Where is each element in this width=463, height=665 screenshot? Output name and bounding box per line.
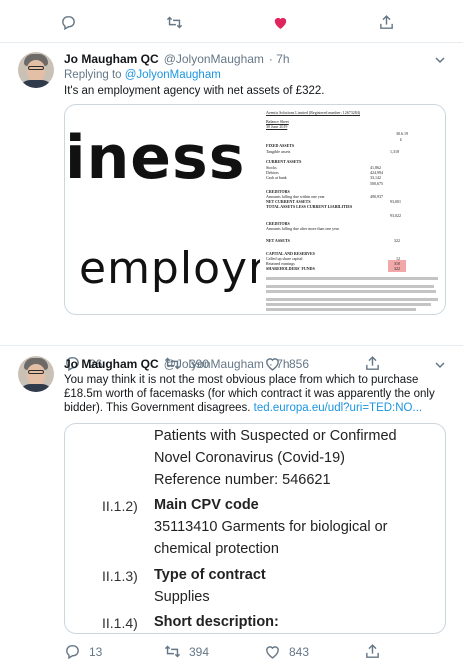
doc-row: Amounts falling due after more than one … — [266, 226, 339, 231]
share-action[interactable] — [364, 643, 463, 660]
avatar[interactable] — [18, 52, 54, 88]
section-title: Short description: — [154, 614, 279, 630]
author-name[interactable]: Jo Maugham QC — [64, 357, 159, 371]
tweet-image[interactable]: iness ( employr Aventis Solutions Limite… — [64, 104, 446, 315]
author-name[interactable]: Jo Maugham QC — [64, 52, 159, 66]
avatar[interactable] — [18, 356, 54, 392]
doc-value: 322 — [394, 266, 400, 271]
like-count: 856 — [289, 356, 310, 371]
replying-to: Replying to @JolyonMaugham — [64, 69, 221, 81]
notice-title-line-1: Patients with Suspected or Confirmed — [154, 428, 397, 444]
share-icon — [366, 356, 379, 370]
section-body: Supplies — [154, 589, 210, 605]
doc-row: NET ASSETS — [266, 238, 290, 243]
doc-value: 33,142 — [370, 175, 381, 180]
tweet-header: Jo Maugham QC @JolyonMaugham · 7h — [64, 357, 290, 371]
doc-date: 30 June 2019 — [266, 124, 288, 129]
tweet-text: You may think it is not the most obvious… — [64, 373, 449, 415]
doc-row: CURRENT ASSETS — [266, 159, 302, 164]
doc-value: 1,318 — [390, 149, 399, 154]
tweet-2-actions: 13 394 843 — [64, 643, 463, 660]
section-number: II.1.2) — [102, 498, 138, 514]
like-action[interactable]: 843 — [264, 643, 364, 660]
reply-count: 13 — [89, 644, 103, 659]
like-count: 843 — [289, 644, 310, 659]
doc-title: Aventis Solutions Limited (Registered nu… — [266, 110, 361, 115]
doc-row: FIXED ASSETS — [266, 143, 295, 148]
section-body: 35113410 Garments for biological or — [154, 519, 388, 535]
reply-icon — [66, 645, 79, 660]
chevron-down-icon[interactable] — [434, 54, 446, 66]
doc-value: 93,001 — [390, 199, 401, 204]
heart-icon — [266, 646, 279, 659]
doc-value: 322 — [394, 238, 400, 243]
author-handle[interactable]: @JolyonMaugham — [164, 357, 264, 371]
reply-action[interactable] — [60, 14, 166, 31]
section-number: II.1.4) — [102, 615, 138, 631]
reply-action[interactable]: 13 — [64, 643, 164, 660]
like-action[interactable] — [272, 14, 378, 31]
notice-reference: Reference number: 546621 — [154, 472, 331, 488]
tweet-text: It's an employment agency with net asset… — [64, 85, 325, 97]
tweet-time[interactable]: · 7h — [269, 52, 290, 66]
doc-value: 500,675 — [370, 181, 383, 186]
ted-notice-image[interactable]: Patients with Suspected or Confirmed Nov… — [64, 423, 446, 634]
replying-to-mention[interactable]: @JolyonMaugham — [125, 69, 221, 81]
divider — [0, 345, 463, 346]
retweet-icon — [164, 645, 181, 658]
heart-filled-icon — [274, 17, 287, 29]
doc-value: 93,022 — [390, 213, 401, 218]
chevron-down-icon[interactable] — [434, 359, 446, 371]
share-action[interactable] — [378, 14, 463, 31]
section-body: chemical protection — [154, 541, 279, 557]
doc-row: Tangible assets — [266, 149, 291, 154]
share-icon — [380, 15, 393, 29]
doc-row: TOTAL ASSETS LESS CURRENT LIABILITIES — [266, 204, 353, 209]
doc-value: 490,937 — [370, 194, 383, 199]
section-number: II.1.3) — [102, 568, 138, 584]
tweet-header: Jo Maugham QC @JolyonMaugham · 7h — [64, 52, 290, 66]
balance-sheet-document: Aventis Solutions Limited (Registered nu… — [260, 105, 445, 314]
replying-to-label: Replying to — [64, 69, 122, 81]
retweet-count: 394 — [189, 644, 210, 659]
tweet-time[interactable]: · 7h — [269, 357, 290, 371]
notice-title-line-2: Novel Coronavirus (Covid-19) — [154, 450, 345, 466]
author-handle[interactable]: @JolyonMaugham — [164, 52, 264, 66]
share-icon — [366, 644, 379, 658]
retweet-action[interactable]: 394 — [164, 643, 264, 660]
retweet-icon — [166, 16, 183, 29]
section-title: Main CPV code — [154, 497, 259, 513]
retweet-action[interactable] — [166, 14, 272, 31]
top-tweet-actions — [60, 14, 463, 31]
tweet-link[interactable]: ted.europa.eu/udl?uri=TED:NO... — [254, 402, 422, 414]
doc-row: Cash at bank — [266, 175, 287, 180]
reply-icon — [62, 16, 75, 31]
doc-row: SHAREHOLDERS' FUNDS — [266, 266, 315, 271]
image-text-small: employr — [79, 243, 268, 294]
doc-year: 30.6.19 — [396, 131, 408, 136]
share-action[interactable] — [364, 355, 463, 372]
divider — [0, 42, 463, 43]
section-title: Type of contract — [154, 567, 266, 583]
doc-currency: £ — [400, 137, 402, 142]
